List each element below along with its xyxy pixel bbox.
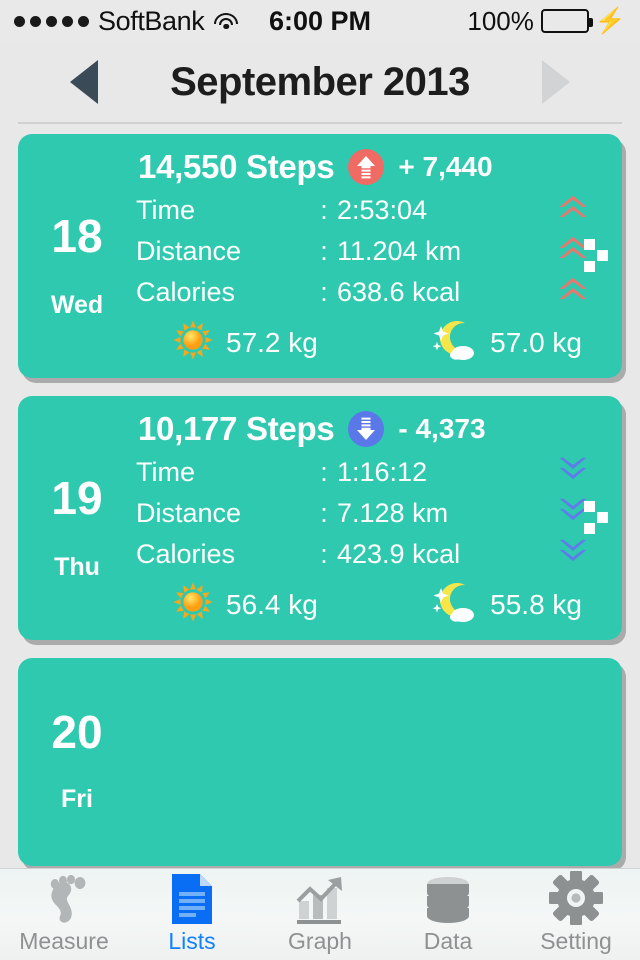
moon-cloud-icon [432,581,478,628]
tab-label: Setting [540,927,612,954]
steps-count: 14,550 Steps [138,148,335,185]
day-card-list: 18 Wed 14,550 Steps + 7,440 Time:2:53:04 Dist… [0,124,640,866]
double-chevron-up-icon [538,272,608,313]
steps-delta: + 7,440 [398,151,493,182]
tab-bar: Measure Lists Graph Data Setting [0,868,640,960]
double-chevron-down-icon [538,452,608,493]
metrics-table: Time:2:53:04 Distance:11.204 km Calories:6… [136,190,608,313]
calories-label: Calories [136,539,236,569]
steps-row: 10,177 Steps - 4,373 [136,406,608,452]
metric-row-calories: Calories:638.6 kcal [136,272,608,313]
sun-icon [172,581,214,628]
metric-row-distance: Distance:11.204 km [136,231,608,272]
night-weight: 57.0 kg [490,326,582,358]
tab-data[interactable]: Data [384,869,512,960]
day-card[interactable]: 18 Wed 14,550 Steps + 7,440 Time:2:53:04 Dist… [18,134,622,378]
morning-weight: 56.4 kg [226,588,318,620]
battery-percent: 100% [467,5,534,36]
calories-value: 423.9 kcal [337,539,461,569]
status-bar-left: SoftBank [14,6,239,37]
day-column: 20 Fri [18,709,136,814]
arrow-down-badge-icon [348,411,385,447]
database-icon [423,875,473,925]
signal-strength-dots [14,15,89,27]
metrics-table: Time:1:16:12 Distance:7.128 km Calories:42… [136,452,608,575]
status-bar: SoftBank 6:00 PM 100% ⚡ [0,0,640,42]
app-root: SoftBank 6:00 PM 100% ⚡ September 2013 1… [0,0,640,960]
day-number: 20 [51,705,103,758]
tab-label: Measure [19,927,109,954]
time-value: 1:16:12 [337,457,428,487]
footprints-icon [37,874,91,925]
status-bar-right: 100% ⚡ [467,6,626,37]
day-details: 14,550 Steps + 7,440 Time:2:53:04 Distance:… [136,144,622,366]
carrier-name: SoftBank [98,5,205,36]
tab-lists[interactable]: Lists [128,869,256,960]
day-column: 18 Wed [18,144,136,366]
distance-label: Distance [136,498,242,528]
day-number: 18 [51,209,103,262]
arrow-up-badge-icon [348,149,385,185]
metric-row-time: Time:2:53:04 [136,190,608,231]
distance-value: 7.128 km [337,498,449,528]
weights-row: 57.2 kg 57.0 kg [136,319,608,366]
metric-row-distance: Distance:7.128 km [136,493,608,534]
drag-handle-icon[interactable] [584,239,608,273]
time-value: 2:53:04 [337,195,428,225]
document-lines-icon [170,873,214,925]
steps-delta: - 4,373 [398,413,486,444]
double-chevron-up-icon [538,190,608,231]
day-name: Fri [61,784,93,813]
drag-handle-icon[interactable] [584,501,608,535]
distance-label: Distance [136,236,242,266]
steps-count: 10,177 Steps [138,410,335,447]
calories-value: 638.6 kcal [337,277,461,307]
sun-icon [172,319,214,366]
time-label: Time [136,195,195,225]
bar-chart-arrow-icon [293,875,347,925]
triangle-left-icon[interactable] [70,60,98,104]
battery-icon [540,9,593,33]
day-details: 10,177 Steps - 4,373 Time:1:16:12 Distance:… [136,406,622,628]
double-chevron-down-icon [538,534,608,575]
tab-label: Lists [168,927,216,954]
day-card[interactable]: 19 Thu 10,177 Steps - 4,373 Time:1:16:12 Dist… [18,396,622,640]
night-weight: 55.8 kg [490,588,582,620]
morning-weight: 57.2 kg [226,326,318,358]
moon-cloud-icon [432,319,478,366]
gear-icon [549,870,603,925]
calories-label: Calories [136,277,236,307]
lightning-bolt-icon: ⚡ [594,6,626,35]
day-number: 19 [51,471,103,524]
day-card[interactable]: 20 Fri [18,658,622,866]
tab-label: Graph [288,927,352,954]
metric-row-calories: Calories:423.9 kcal [136,534,608,575]
day-column: 19 Thu [18,406,136,628]
wifi-icon [213,12,239,31]
day-name: Wed [50,290,104,319]
page-title: September 2013 [170,59,470,104]
tab-setting[interactable]: Setting [512,869,640,960]
metric-row-time: Time:1:16:12 [136,452,608,493]
month-header: September 2013 [0,42,640,122]
day-name: Thu [54,552,100,581]
weights-row: 56.4 kg 55.8 kg [136,581,608,628]
triangle-right-icon[interactable] [542,60,570,104]
tab-graph[interactable]: Graph [256,869,384,960]
steps-row: 14,550 Steps + 7,440 [136,144,608,190]
distance-value: 11.204 km [337,236,462,266]
tab-label: Data [423,927,473,954]
time-label: Time [136,457,195,487]
tab-measure[interactable]: Measure [0,869,128,960]
